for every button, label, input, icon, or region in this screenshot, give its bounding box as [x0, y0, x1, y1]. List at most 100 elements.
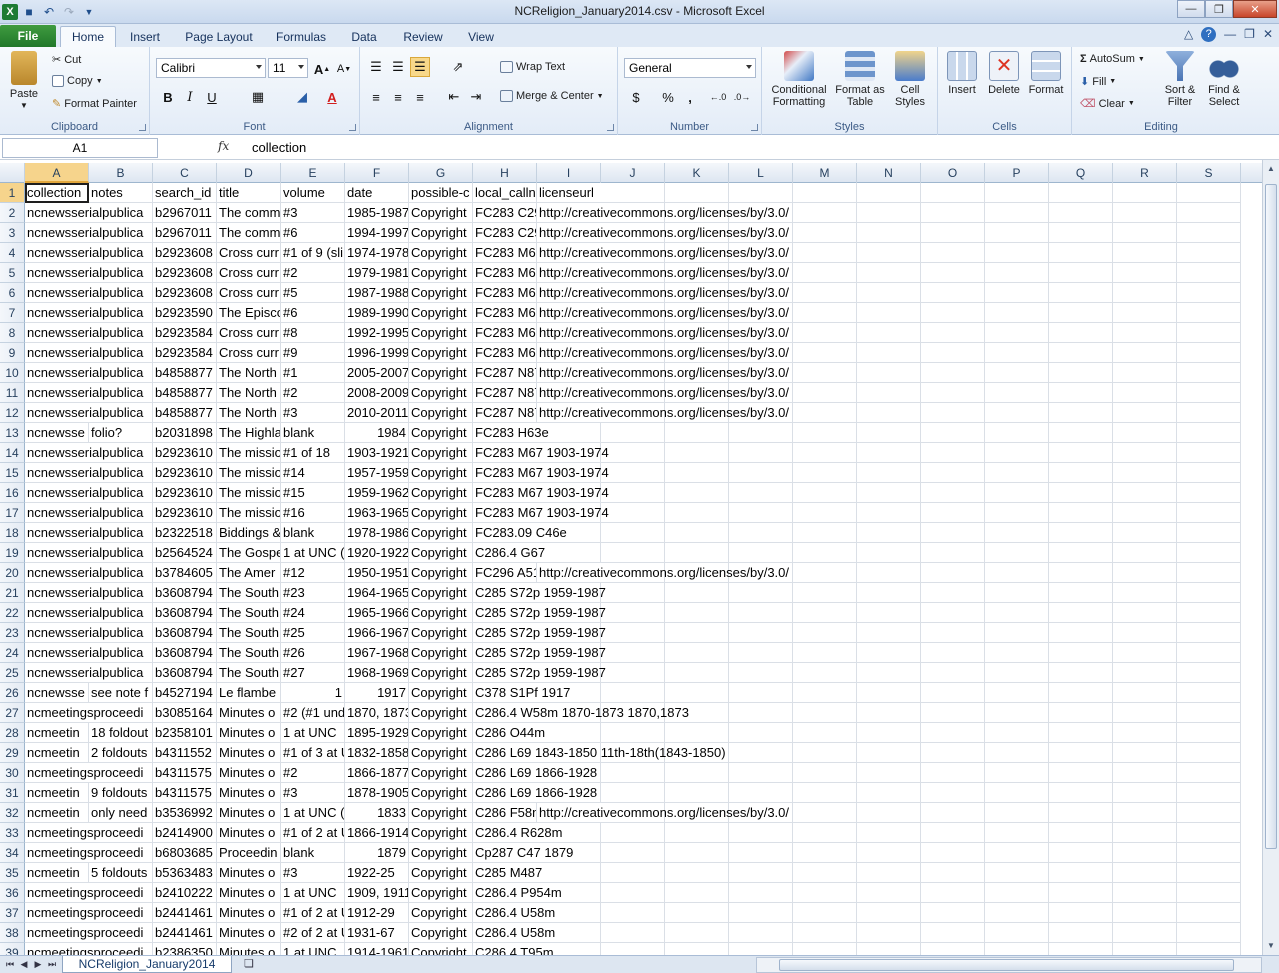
cell-L22[interactable] — [729, 603, 793, 623]
cell-M38[interactable] — [793, 923, 857, 943]
cell-H23[interactable]: C285 S72p 1959-1987 — [473, 623, 608, 643]
cell-F25[interactable]: 1968-1969 — [345, 663, 409, 683]
cell-D33[interactable]: Minutes o — [217, 823, 281, 843]
row-header[interactable]: 26 — [0, 683, 25, 703]
cell-E31[interactable]: #3 — [281, 783, 345, 803]
cell-S11[interactable] — [1177, 383, 1241, 403]
row-header[interactable]: 19 — [0, 543, 25, 563]
cell-A37[interactable]: ncmeetingsproceedi — [25, 903, 146, 923]
cell-A12[interactable]: ncnewsserialpublica — [25, 403, 146, 423]
cell-N5[interactable] — [857, 263, 921, 283]
row-header[interactable]: 5 — [0, 263, 25, 283]
cell-L33[interactable] — [729, 823, 793, 843]
cell-F39[interactable]: 1914-1961 — [345, 943, 409, 955]
cell-C23[interactable]: b3608794 — [153, 623, 217, 643]
cell-P22[interactable] — [985, 603, 1049, 623]
column-header[interactable]: S — [1177, 163, 1241, 183]
cell-M6[interactable] — [793, 283, 857, 303]
vertical-scroll-thumb[interactable] — [1265, 184, 1277, 849]
cell-B26[interactable]: see note f — [89, 683, 153, 703]
align-left-icon[interactable]: ≡ — [366, 87, 386, 107]
cell-H26[interactable]: C378 S1Pf 1917 — [473, 683, 573, 703]
number-format-select[interactable]: General — [624, 58, 756, 78]
cell-R35[interactable] — [1113, 863, 1177, 883]
cell-K13[interactable] — [665, 423, 729, 443]
cell-H16[interactable]: FC283 M67 1903-1974 — [473, 483, 611, 503]
cell-S5[interactable] — [1177, 263, 1241, 283]
doc-restore-icon[interactable]: ❐ — [1244, 27, 1255, 42]
cell-M24[interactable] — [793, 643, 857, 663]
cell-M20[interactable] — [793, 563, 857, 583]
cell-A31[interactable]: ncmeetin — [25, 783, 89, 803]
cell-H21[interactable]: C285 S72p 1959-1987 — [473, 583, 608, 603]
cell-P14[interactable] — [985, 443, 1049, 463]
cell-E20[interactable]: #12 — [281, 563, 345, 583]
cell-M37[interactable] — [793, 903, 857, 923]
cell-F33[interactable]: 1866-1914 — [345, 823, 409, 843]
cell-Q36[interactable] — [1049, 883, 1113, 903]
cell-E7[interactable]: #6 — [281, 303, 345, 323]
shrink-font-button[interactable]: A ▼ — [334, 59, 354, 79]
cell-E32[interactable]: 1 at UNC ( — [281, 803, 345, 823]
cell-F13[interactable]: 1984 — [345, 423, 409, 443]
cell-E37[interactable]: #1 of 2 at U — [281, 903, 345, 923]
cell-R22[interactable] — [1113, 603, 1177, 623]
cell-L1[interactable] — [729, 183, 793, 203]
cell-J34[interactable] — [601, 843, 665, 863]
cell-R36[interactable] — [1113, 883, 1177, 903]
cell-H3[interactable]: FC283 C29 — [473, 223, 537, 243]
cell-J35[interactable] — [601, 863, 665, 883]
next-sheet-icon[interactable]: ▶ — [32, 957, 44, 971]
clipboard-launcher-icon[interactable] — [139, 124, 146, 131]
cell-I10[interactable]: http://creativecommons.org/licenses/by/3… — [537, 363, 792, 383]
cell-N14[interactable] — [857, 443, 921, 463]
cell-S32[interactable] — [1177, 803, 1241, 823]
cell-Q17[interactable] — [1049, 503, 1113, 523]
cell-N22[interactable] — [857, 603, 921, 623]
cell-H33[interactable]: C286.4 R628m — [473, 823, 565, 843]
cell-P36[interactable] — [985, 883, 1049, 903]
cell-I12[interactable]: http://creativecommons.org/licenses/by/3… — [537, 403, 792, 423]
cell-G11[interactable]: Copyright — [409, 383, 473, 403]
cell-H37[interactable]: C286.4 U58m — [473, 903, 558, 923]
cell-R1[interactable] — [1113, 183, 1177, 203]
cell-H35[interactable]: C285 M487 — [473, 863, 545, 883]
cell-O34[interactable] — [921, 843, 985, 863]
cell-L37[interactable] — [729, 903, 793, 923]
cell-I4[interactable]: http://creativecommons.org/licenses/by/3… — [537, 243, 792, 263]
cell-D35[interactable]: Minutes o — [217, 863, 281, 883]
cell-K16[interactable] — [665, 483, 729, 503]
cell-F19[interactable]: 1920-1922 — [345, 543, 409, 563]
cell-S2[interactable] — [1177, 203, 1241, 223]
cell-D19[interactable]: The Gospe — [217, 543, 281, 563]
cell-J28[interactable] — [601, 723, 665, 743]
cell-M19[interactable] — [793, 543, 857, 563]
cell-N30[interactable] — [857, 763, 921, 783]
cell-A38[interactable]: ncmeetingsproceedi — [25, 923, 146, 943]
cell-A32[interactable]: ncmeetin — [25, 803, 89, 823]
cell-Q35[interactable] — [1049, 863, 1113, 883]
cell-A2[interactable]: ncnewsserialpublica — [25, 203, 146, 223]
doc-close-icon[interactable]: ✕ — [1263, 27, 1273, 42]
cell-C37[interactable]: b2441461 — [153, 903, 217, 923]
cell-F4[interactable]: 1974-1978 — [345, 243, 409, 263]
cell-D9[interactable]: Cross curr — [217, 343, 281, 363]
cell-C26[interactable]: b4527194 — [153, 683, 217, 703]
cell-D8[interactable]: Cross curr — [217, 323, 281, 343]
cell-E12[interactable]: #3 — [281, 403, 345, 423]
row-header[interactable]: 16 — [0, 483, 25, 503]
cell-J25[interactable] — [601, 663, 665, 683]
cell-P35[interactable] — [985, 863, 1049, 883]
close-button[interactable]: ✕ — [1233, 0, 1277, 18]
cell-G4[interactable]: Copyright — [409, 243, 473, 263]
cell-D27[interactable]: Minutes o — [217, 703, 281, 723]
cell-D28[interactable]: Minutes o — [217, 723, 281, 743]
column-header[interactable]: L — [729, 163, 793, 183]
cell-C22[interactable]: b3608794 — [153, 603, 217, 623]
cell-J36[interactable] — [601, 883, 665, 903]
cell-N37[interactable] — [857, 903, 921, 923]
cell-A35[interactable]: ncmeetin — [25, 863, 89, 883]
cell-L19[interactable] — [729, 543, 793, 563]
cell-M35[interactable] — [793, 863, 857, 883]
cell-Q10[interactable] — [1049, 363, 1113, 383]
